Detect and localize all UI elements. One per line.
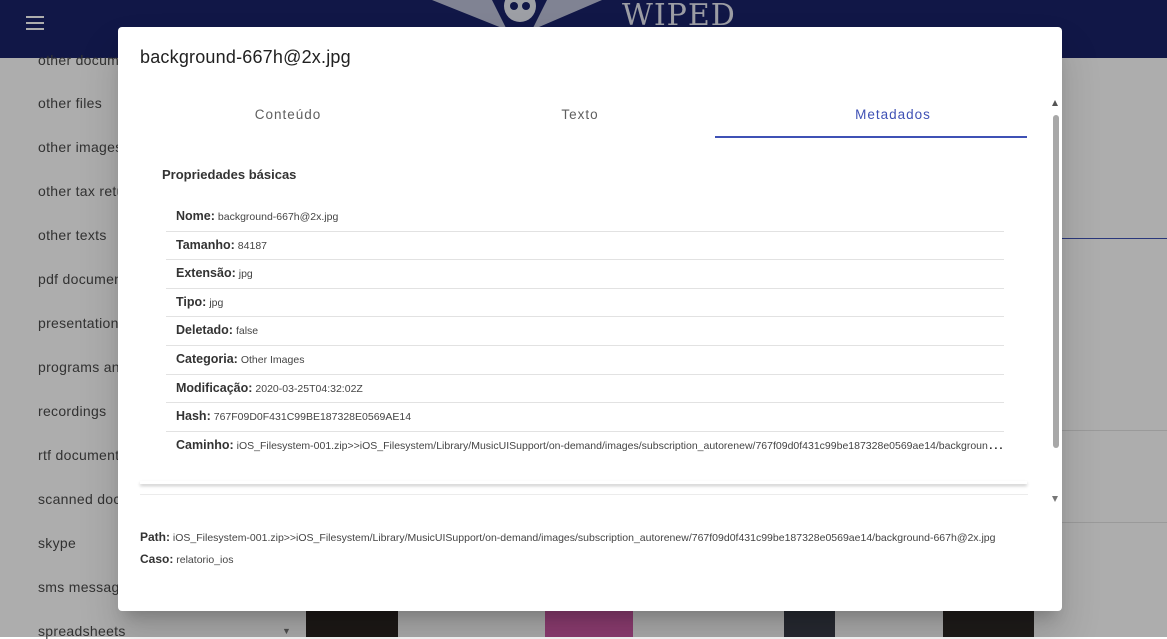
case-value: relatorio_ios bbox=[176, 554, 234, 566]
property-row-categoria: Categoria: Other Images bbox=[166, 346, 1004, 375]
case-line: Caso: relatorio_ios bbox=[140, 549, 1035, 571]
property-key: Tamanho: bbox=[176, 237, 235, 252]
path-line: Path: iOS_Filesystem-001.zip>>iOS_Filesy… bbox=[140, 527, 1035, 549]
property-value: 2020-03-25T04:32:02Z bbox=[255, 382, 363, 395]
property-row-tipo: Tipo: jpg bbox=[166, 289, 1004, 318]
case-label: Caso: bbox=[140, 552, 174, 566]
property-row-deletado: Deletado: false bbox=[166, 317, 1004, 346]
property-row-extensao: Extensão: jpg bbox=[166, 260, 1004, 289]
property-row-hash: Hash: 767F09D0F431C99BE187328E0569AE14 bbox=[166, 403, 1004, 432]
tab-conteudo[interactable]: Conteúdo bbox=[140, 94, 436, 136]
property-value: jpg bbox=[238, 268, 253, 281]
document-dialog: background-667h@2x.jpg Conteúdo Texto Me… bbox=[118, 27, 1062, 611]
property-row-nome: Nome: background-667h@2x.jpg bbox=[166, 203, 1004, 232]
property-value: background-667h@2x.jpg bbox=[217, 211, 339, 223]
property-value: 767F09D0F431C99BE187328E0569AE14 bbox=[213, 411, 412, 424]
property-key: Deletado: bbox=[176, 323, 233, 338]
path-label: Path: bbox=[140, 530, 170, 544]
tab-metadados[interactable]: Metadados bbox=[745, 94, 1041, 136]
section-title: Propriedades básicas bbox=[162, 167, 297, 182]
dialog-footer: Path: iOS_Filesystem-001.zip>>iOS_Filesy… bbox=[140, 527, 1035, 571]
scrollbar-thumb[interactable] bbox=[1053, 115, 1059, 448]
property-value: false bbox=[235, 325, 259, 338]
property-key: Modificação: bbox=[176, 380, 253, 395]
card-edge bbox=[140, 481, 1027, 484]
property-row-caminho: Caminho: iOS_Filesystem-001.zip>>iOS_File… bbox=[166, 432, 1004, 460]
property-key: Categoria: bbox=[176, 351, 238, 366]
scroll-up-icon[interactable] bbox=[1052, 100, 1058, 106]
property-key: Caminho: bbox=[176, 437, 234, 452]
property-list: Nome: background-667h@2x.jpg Tamanho: 8418… bbox=[166, 203, 1004, 459]
property-value: jpg bbox=[209, 296, 224, 309]
property-key: Nome: bbox=[176, 209, 215, 223]
active-tab-indicator bbox=[715, 136, 1027, 138]
property-value: 84187 bbox=[237, 239, 267, 252]
property-key: Tipo: bbox=[176, 294, 207, 309]
dialog-content: Conteúdo Texto Metadados Propriedades bá… bbox=[118, 94, 1062, 492]
dialog-title: background-667h@2x.jpg bbox=[140, 47, 351, 67]
scrollbar[interactable] bbox=[1048, 94, 1062, 502]
property-key: Hash: bbox=[176, 409, 211, 424]
property-value: iOS_Filesystem-001.zip>>iOS_Filesystem/L… bbox=[236, 439, 1004, 452]
tab-texto[interactable]: Texto bbox=[432, 94, 728, 136]
divider bbox=[140, 494, 1028, 495]
path-value: iOS_Filesystem-001.zip>>iOS_Filesystem/L… bbox=[172, 532, 996, 544]
property-row-tamanho: Tamanho: 84187 bbox=[166, 232, 1004, 261]
tab-bar: Conteúdo Texto Metadados bbox=[140, 94, 1028, 138]
scroll-down-icon[interactable] bbox=[1052, 496, 1058, 502]
property-value: Other Images bbox=[240, 353, 305, 366]
property-key: Extensão: bbox=[176, 266, 236, 281]
property-row-modificacao: Modificação: 2020-03-25T04:32:02Z bbox=[166, 375, 1004, 404]
